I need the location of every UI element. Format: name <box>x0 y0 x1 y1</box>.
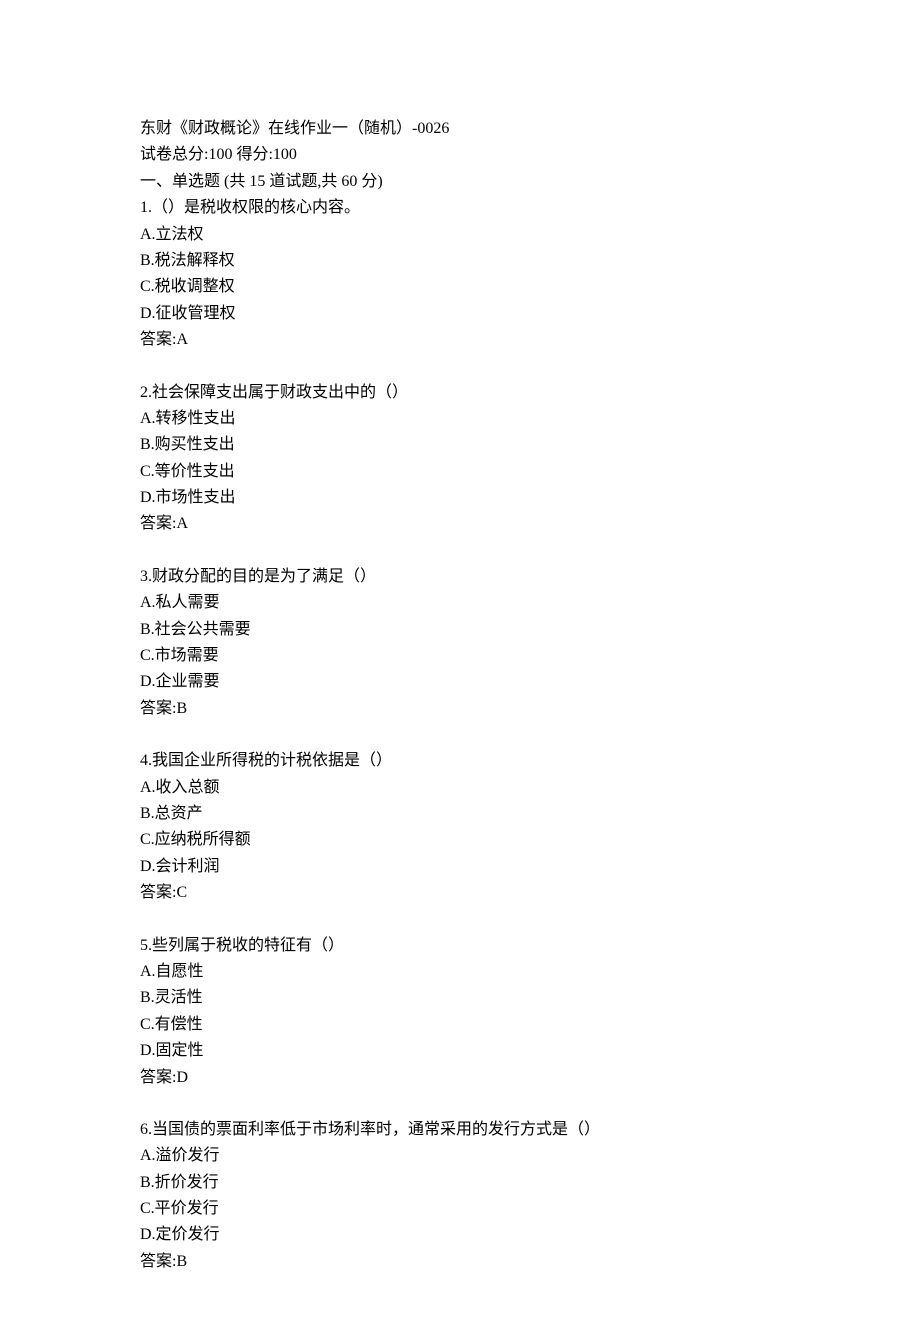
question-stem: 4.我国企业所得税的计税依据是（） <box>140 748 780 774</box>
question-block: 4.我国企业所得税的计税依据是（）A.收入总额B.总资产C.应纳税所得额D.会计… <box>140 748 780 906</box>
questions-container: 1.（）是税收权限的核心内容。A.立法权B.税法解释权C.税收调整权D.征收管理… <box>140 195 780 1275</box>
question-answer: 答案:A <box>140 511 780 537</box>
question-option: B.购买性支出 <box>140 432 780 458</box>
question-block: 1.（）是税收权限的核心内容。A.立法权B.税法解释权C.税收调整权D.征收管理… <box>140 195 780 353</box>
question-option: A.收入总额 <box>140 775 780 801</box>
question-option: A.转移性支出 <box>140 406 780 432</box>
question-option: D.市场性支出 <box>140 485 780 511</box>
question-stem: 6.当国债的票面利率低于市场利率时，通常采用的发行方式是（） <box>140 1117 780 1143</box>
question-stem: 2.社会保障支出属于财政支出中的（） <box>140 380 780 406</box>
question-answer: 答案:B <box>140 696 780 722</box>
question-option: D.固定性 <box>140 1038 780 1064</box>
question-answer: 答案:D <box>140 1065 780 1091</box>
section-heading: 一、单选题 (共 15 道试题,共 60 分) <box>140 169 780 195</box>
question-option: A.私人需要 <box>140 590 780 616</box>
score-summary: 试卷总分:100 得分:100 <box>140 142 780 168</box>
question-answer: 答案:B <box>140 1249 780 1275</box>
question-answer: 答案:C <box>140 880 780 906</box>
question-option: C.税收调整权 <box>140 274 780 300</box>
question-option: B.灵活性 <box>140 985 780 1011</box>
question-stem: 5.些列属于税收的特征有（） <box>140 933 780 959</box>
question-option: B.总资产 <box>140 801 780 827</box>
question-option: B.社会公共需要 <box>140 617 780 643</box>
question-stem: 3.财政分配的目的是为了满足（） <box>140 564 780 590</box>
question-block: 3.财政分配的目的是为了满足（）A.私人需要B.社会公共需要C.市场需要D.企业… <box>140 564 780 722</box>
question-option: D.会计利润 <box>140 854 780 880</box>
question-block: 2.社会保障支出属于财政支出中的（）A.转移性支出B.购买性支出C.等价性支出D… <box>140 380 780 538</box>
question-option: C.有偿性 <box>140 1012 780 1038</box>
question-option: D.企业需要 <box>140 669 780 695</box>
question-option: B.税法解释权 <box>140 248 780 274</box>
question-option: A.溢价发行 <box>140 1143 780 1169</box>
question-option: D.定价发行 <box>140 1222 780 1248</box>
question-block: 5.些列属于税收的特征有（）A.自愿性B.灵活性C.有偿性D.固定性答案:D <box>140 933 780 1091</box>
question-option: C.平价发行 <box>140 1196 780 1222</box>
document-title: 东财《财政概论》在线作业一（随机）-0026 <box>140 116 780 142</box>
question-option: D.征收管理权 <box>140 301 780 327</box>
question-block: 6.当国债的票面利率低于市场利率时，通常采用的发行方式是（）A.溢价发行B.折价… <box>140 1117 780 1275</box>
question-option: A.立法权 <box>140 222 780 248</box>
question-option: C.应纳税所得额 <box>140 827 780 853</box>
question-option: C.等价性支出 <box>140 459 780 485</box>
question-option: B.折价发行 <box>140 1170 780 1196</box>
question-option: C.市场需要 <box>140 643 780 669</box>
question-option: A.自愿性 <box>140 959 780 985</box>
question-answer: 答案:A <box>140 327 780 353</box>
question-stem: 1.（）是税收权限的核心内容。 <box>140 195 780 221</box>
